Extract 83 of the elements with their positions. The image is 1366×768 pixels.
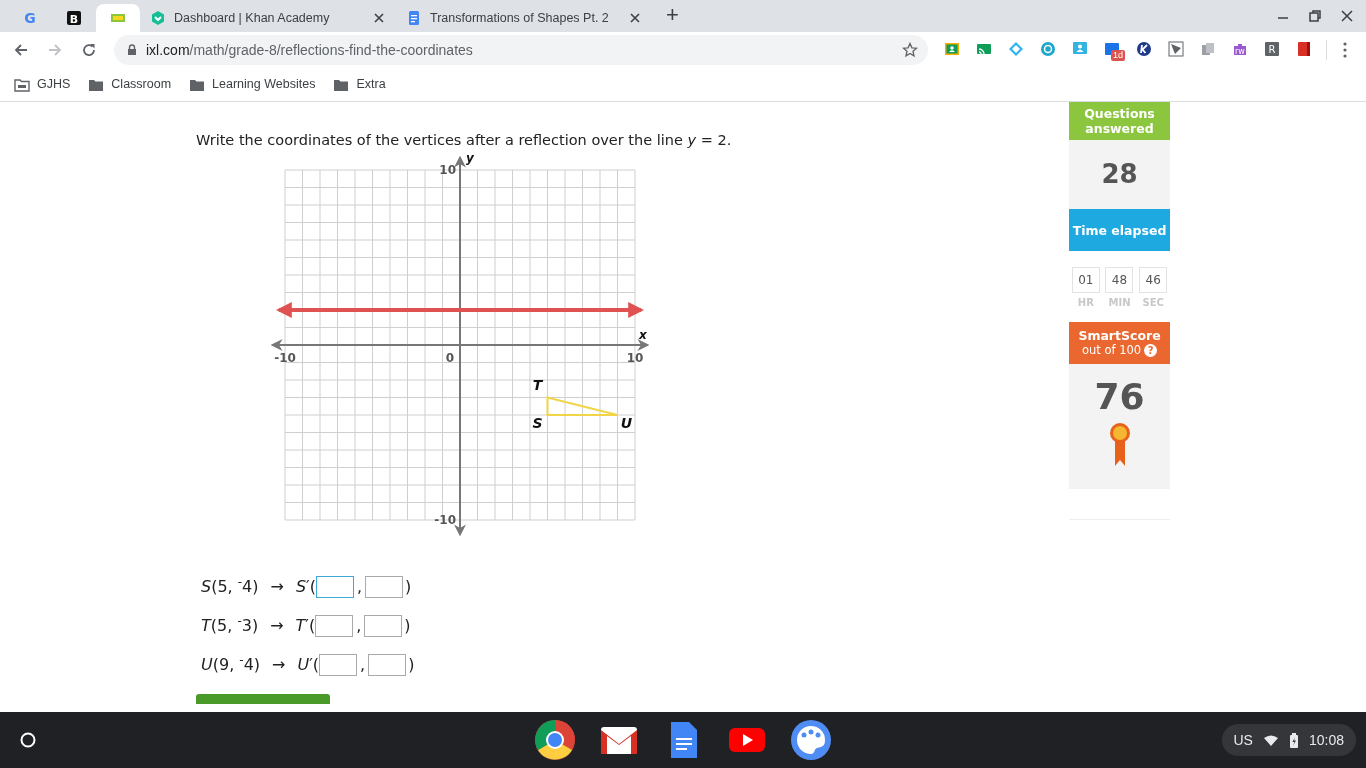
point-text: T(5, $^{-}$3) [201, 614, 259, 637]
axis-label: x [639, 328, 647, 342]
back-arrow-icon[interactable] [13, 42, 29, 58]
answer-field[interactable] [315, 615, 354, 637]
image-point-text: U′( [297, 654, 320, 676]
question-text: Write the coordinates of the vertices after a reflection over the line y = 2. [196, 131, 733, 150]
parenthesis-text: ) [405, 576, 412, 598]
circle-icon[interactable] [1040, 41, 1058, 59]
time-elapsed-header: Time elapsed [1069, 209, 1170, 251]
system-tray[interactable]: US 10:08 [1221, 724, 1356, 756]
comma-text: , [356, 576, 363, 598]
image-point-text: S′( [295, 576, 316, 598]
browser-tab[interactable]: Transformations of Shapes Pt. 2 [396, 4, 652, 32]
close-icon[interactable] [628, 11, 642, 25]
hexagon-logo-icon [150, 10, 166, 26]
tick-label: 10 [439, 163, 456, 177]
letter-k-icon[interactable] [1136, 41, 1154, 59]
tick-label: 10 [626, 351, 644, 365]
notification-badge: 1d [1111, 50, 1125, 61]
reload-icon[interactable] [81, 42, 97, 58]
answer-field[interactable] [368, 654, 407, 676]
vertex-label: U [620, 415, 633, 431]
browser-tab[interactable]: B [52, 4, 96, 32]
clock-text: 10:08 [1308, 730, 1344, 750]
url-text: ixl.com/math/grade-8/reflections-find-the-coordinates [146, 40, 474, 60]
point-text: S(5, $^{-}$4) [201, 575, 259, 598]
lock-icon [126, 43, 138, 57]
bookmark-item[interactable]: Extra [333, 75, 386, 94]
parenthesis-text: ) [404, 615, 411, 637]
tick-label: -10 [434, 513, 456, 527]
arrow-text: → [270, 615, 284, 637]
extension-label: R [1268, 44, 1276, 55]
parenthesis-text: ) [408, 654, 415, 676]
keyboard-layout-text: US [1233, 730, 1253, 750]
paint-palette-icon[interactable] [789, 718, 833, 762]
comma-text: , [360, 654, 366, 676]
questions-count: 28 [1101, 158, 1138, 191]
tick-label: -10 [274, 351, 296, 365]
paper-plane-icon[interactable] [1168, 41, 1186, 59]
address-bar[interactable]: ixl.com/math/grade-8/reflections-find-the-coordinates [114, 35, 928, 65]
restore-icon[interactable] [1308, 9, 1322, 23]
logo-letter: B [69, 12, 79, 26]
answer-field[interactable] [364, 615, 403, 637]
time-value: 46 [1139, 267, 1168, 293]
close-icon[interactable] [1340, 9, 1354, 23]
arrow-text: → [270, 576, 284, 598]
more-menu-icon[interactable] [1341, 42, 1349, 58]
smartscore-subtitle: out of 100 [1081, 343, 1142, 358]
close-icon[interactable] [372, 11, 386, 25]
document-icon [406, 10, 422, 26]
tab-title: Transformations of Shapes Pt. 2 [430, 9, 610, 27]
comma-text: , [356, 615, 362, 637]
new-tab-button[interactable]: + [662, 4, 683, 26]
browser-tab[interactable]: Dashboard | Khan Academy [140, 4, 396, 32]
bookmark-item[interactable]: Classroom [88, 75, 172, 94]
time-value: 01 [1071, 267, 1100, 293]
arrow-text: → [272, 654, 286, 676]
answer-field[interactable] [365, 576, 404, 598]
questions-answered-header: Questions answered [1069, 102, 1170, 140]
browser-logo-icon[interactable] [533, 718, 577, 762]
tab-title: Dashboard | Khan Academy [174, 9, 331, 27]
time-value: 48 [1105, 267, 1134, 293]
answer-field[interactable] [315, 576, 354, 598]
letter-r-icon[interactable]: R [1264, 41, 1282, 59]
award-ribbon-icon [1107, 422, 1132, 468]
shared-folder-icon [14, 76, 30, 93]
vertex-label: S [532, 415, 543, 431]
tick-label: 0 [445, 351, 455, 365]
extension-label: rw [1235, 46, 1245, 56]
launcher-icon[interactable] [19, 731, 37, 749]
wifi-icon [1262, 734, 1279, 746]
smartscore-value: 76 [1094, 376, 1145, 418]
battery-icon [1288, 732, 1299, 748]
point-text: U(9, $^{-}$4) [201, 653, 261, 676]
answer-field[interactable] [319, 654, 358, 676]
bookmark-item[interactable]: GJHS [14, 75, 71, 94]
image-point-text: T′( [295, 615, 316, 637]
vertex-label: T [532, 376, 543, 393]
logo-letter: G [24, 10, 36, 26]
bookmark-item[interactable]: Learning Websites [189, 75, 316, 94]
smartscore-title: SmartScore [1078, 328, 1161, 343]
star-icon[interactable] [902, 42, 918, 58]
axis-label: y [466, 155, 474, 165]
